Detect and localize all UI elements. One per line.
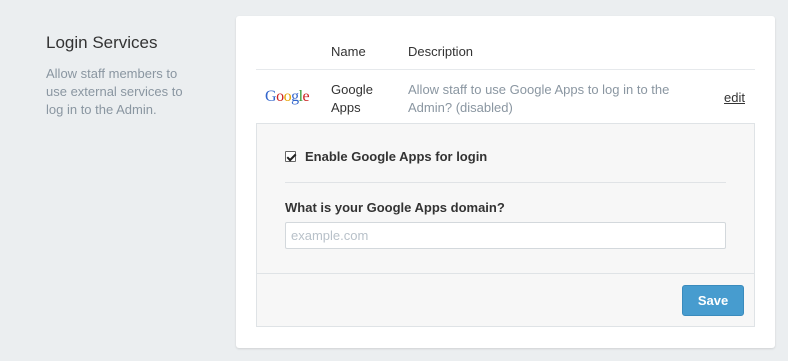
enable-google-apps-option[interactable]: Enable Google Apps for login — [285, 149, 487, 164]
logo-letter: o — [276, 88, 284, 105]
logo-letter: e — [302, 88, 310, 105]
section-description: Allow staff members to use external serv… — [46, 66, 183, 117]
service-description: Allow staff to use Google Apps to log in… — [408, 82, 670, 115]
save-button[interactable]: Save — [682, 285, 744, 316]
panel-footer-divider — [257, 273, 754, 274]
divider — [285, 182, 726, 183]
enable-google-apps-checkbox[interactable] — [285, 151, 296, 162]
domain-input[interactable] — [285, 222, 726, 249]
section-title: Login Services — [46, 33, 158, 52]
column-header-description: Description — [408, 44, 474, 59]
column-header-name: Name — [331, 44, 366, 59]
logo-letter: g — [291, 88, 299, 105]
service-name: Google Apps — [331, 82, 373, 115]
logo-letter: o — [283, 88, 292, 105]
table-header: Name Description — [256, 44, 755, 70]
table-row: Google Google Apps Allow staff to use Go… — [256, 71, 755, 123]
edit-link[interactable]: edit — [724, 90, 745, 105]
checkbox-label: Enable Google Apps for login — [305, 149, 488, 164]
login-services-card: Name Description Google Google Apps Allo… — [236, 16, 775, 348]
section-info: Login Services Allow staff members to us… — [46, 33, 196, 119]
logo-letter: G — [265, 88, 277, 105]
domain-field-label: What is your Google Apps domain? — [285, 200, 505, 215]
google-logo-icon: Google — [265, 88, 310, 106]
google-apps-settings-panel: Enable Google Apps for login What is you… — [256, 123, 755, 327]
